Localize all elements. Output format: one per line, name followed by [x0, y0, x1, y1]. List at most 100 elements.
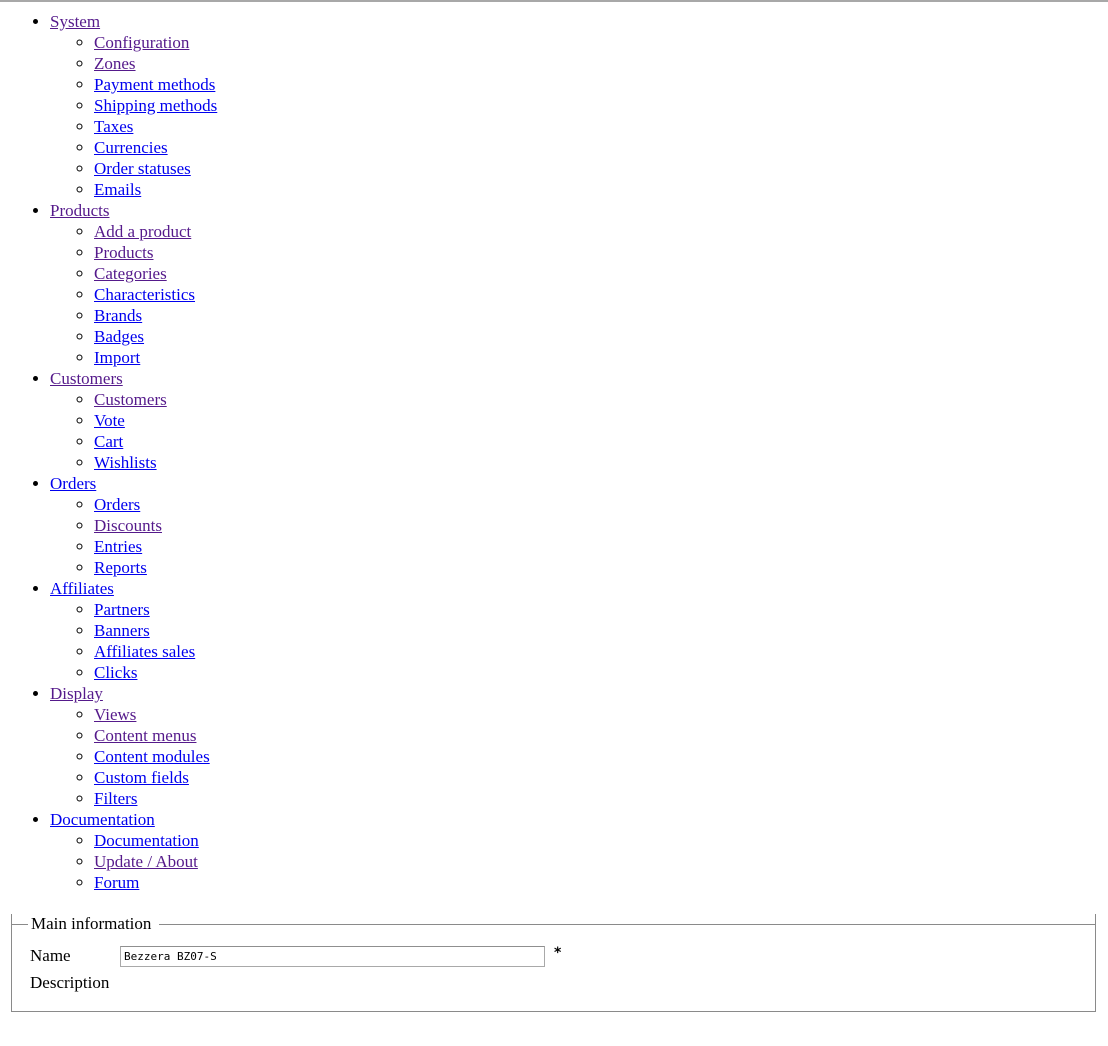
menu-link-affiliates[interactable]: Affiliates	[50, 579, 114, 598]
submenu-item: Payment methods	[94, 74, 217, 95]
submenu-item: Views	[94, 704, 217, 725]
menu-section-system: System Configuration Zones Payment methods S…	[50, 11, 217, 200]
submenu-link-vote[interactable]: Vote	[94, 411, 125, 430]
description-label: Description	[30, 973, 110, 992]
menu-link-products[interactable]: Products	[50, 201, 110, 220]
submenu-item: Filters	[94, 788, 217, 809]
submenu-affiliates: Partners Banners Affiliates sales Clicks	[50, 599, 217, 683]
submenu-link-filters[interactable]: Filters	[94, 789, 137, 808]
submenu-customers: Customers Vote Cart Wishlists	[50, 389, 217, 473]
submenu-item: Taxes	[94, 116, 217, 137]
submenu-item: Entries	[94, 536, 217, 557]
fieldset-legend: Main information	[30, 914, 153, 934]
menu-section-affiliates: Affiliates Partners Banners Affiliates sale…	[50, 578, 217, 683]
submenu-link-forum[interactable]: Forum	[94, 873, 139, 892]
submenu-item: Order statuses	[94, 158, 217, 179]
submenu-item: Zones	[94, 53, 217, 74]
submenu-item: Content modules	[94, 746, 217, 767]
top-border	[0, 0, 1108, 2]
submenu-item: Custom fields	[94, 767, 217, 788]
submenu-link-products[interactable]: Products	[94, 243, 154, 262]
menu-section-display: Display Views Content menus Content modules…	[50, 683, 217, 809]
submenu-link-wishlists[interactable]: Wishlists	[94, 453, 157, 472]
menu-section-documentation: Documentation Documentation Update / About…	[50, 809, 217, 893]
submenu-link-emails[interactable]: Emails	[94, 180, 141, 199]
menu-section-customers: Customers Customers Vote Cart Wishlists	[50, 368, 217, 473]
submenu-item: Customers	[94, 389, 217, 410]
submenu-link-custom-fields[interactable]: Custom fields	[94, 768, 189, 787]
submenu-item: Products	[94, 242, 217, 263]
submenu-item: Forum	[94, 872, 217, 893]
submenu-link-customers[interactable]: Customers	[94, 390, 167, 409]
submenu-item: Wishlists	[94, 452, 217, 473]
submenu-link-categories[interactable]: Categories	[94, 264, 167, 283]
submenu-link-banners[interactable]: Banners	[94, 621, 150, 640]
submenu-item: Clicks	[94, 662, 217, 683]
submenu-item: Partners	[94, 599, 217, 620]
submenu-link-add-a-product[interactable]: Add a product	[94, 222, 191, 241]
menu-link-orders[interactable]: Orders	[50, 474, 96, 493]
submenu-link-discounts[interactable]: Discounts	[94, 516, 162, 535]
name-input[interactable]	[120, 946, 545, 967]
submenu-item: Configuration	[94, 32, 217, 53]
submenu-item: Update / About	[94, 851, 217, 872]
submenu-link-taxes[interactable]: Taxes	[94, 117, 133, 136]
submenu-link-shipping-methods[interactable]: Shipping methods	[94, 96, 217, 115]
submenu-link-characteristics[interactable]: Characteristics	[94, 285, 195, 304]
submenu-link-reports[interactable]: Reports	[94, 558, 147, 577]
admin-menu: System Configuration Zones Payment methods S…	[0, 11, 217, 893]
submenu-link-order-statuses[interactable]: Order statuses	[94, 159, 191, 178]
submenu-documentation: Documentation Update / About Forum	[50, 830, 217, 893]
submenu-link-zones[interactable]: Zones	[94, 54, 136, 73]
submenu-item: Reports	[94, 557, 217, 578]
submenu-link-clicks[interactable]: Clicks	[94, 663, 137, 682]
submenu-link-content-menus[interactable]: Content menus	[94, 726, 196, 745]
required-asterisk: *	[554, 945, 562, 961]
submenu-item: Characteristics	[94, 284, 217, 305]
submenu-item: Banners	[94, 620, 217, 641]
menu-section-orders: Orders Orders Discounts Entries Reports	[50, 473, 217, 578]
submenu-link-partners[interactable]: Partners	[94, 600, 150, 619]
submenu-item: Orders	[94, 494, 217, 515]
name-label: Name	[30, 946, 71, 965]
submenu-link-brands[interactable]: Brands	[94, 306, 142, 325]
submenu-link-import[interactable]: Import	[94, 348, 140, 367]
submenu-item: Affiliates sales	[94, 641, 217, 662]
submenu-item: Currencies	[94, 137, 217, 158]
submenu-item: Emails	[94, 179, 217, 200]
submenu-link-documentation[interactable]: Documentation	[94, 831, 199, 850]
submenu-link-configuration[interactable]: Configuration	[94, 33, 189, 52]
menu-link-customers[interactable]: Customers	[50, 369, 123, 388]
menu-link-documentation[interactable]: Documentation	[50, 810, 155, 829]
submenu-link-entries[interactable]: Entries	[94, 537, 142, 556]
submenu-display: Views Content menus Content modules Custom …	[50, 704, 217, 809]
submenu-item: Shipping methods	[94, 95, 217, 116]
submenu-item: Import	[94, 347, 217, 368]
menu-link-display[interactable]: Display	[50, 684, 103, 703]
submenu-item: Documentation	[94, 830, 217, 851]
submenu-system: Configuration Zones Payment methods Shippin…	[50, 32, 217, 200]
submenu-item: Add a product	[94, 221, 217, 242]
submenu-link-badges[interactable]: Badges	[94, 327, 144, 346]
submenu-link-currencies[interactable]: Currencies	[94, 138, 168, 157]
submenu-products: Add a product Products Categories Character…	[50, 221, 217, 368]
fieldset-top-border-right	[159, 924, 1096, 925]
submenu-item: Cart	[94, 431, 217, 452]
menu-link-system[interactable]: System	[50, 12, 100, 31]
submenu-item: Content menus	[94, 725, 217, 746]
submenu-link-content-modules[interactable]: Content modules	[94, 747, 210, 766]
submenu-link-affiliates-sales[interactable]: Affiliates sales	[94, 642, 195, 661]
submenu-item: Vote	[94, 410, 217, 431]
submenu-link-update-about[interactable]: Update / About	[94, 852, 198, 871]
submenu-item: Brands	[94, 305, 217, 326]
fieldset-top-border-left	[11, 924, 28, 925]
menu-section-products: Products Add a product Products Categories C…	[50, 200, 217, 368]
submenu-item: Badges	[94, 326, 217, 347]
submenu-link-payment-methods[interactable]: Payment methods	[94, 75, 215, 94]
submenu-orders: Orders Discounts Entries Reports	[50, 494, 217, 578]
submenu-item: Discounts	[94, 515, 217, 536]
submenu-link-cart[interactable]: Cart	[94, 432, 123, 451]
submenu-item: Categories	[94, 263, 217, 284]
submenu-link-views[interactable]: Views	[94, 705, 136, 724]
submenu-link-orders[interactable]: Orders	[94, 495, 140, 514]
